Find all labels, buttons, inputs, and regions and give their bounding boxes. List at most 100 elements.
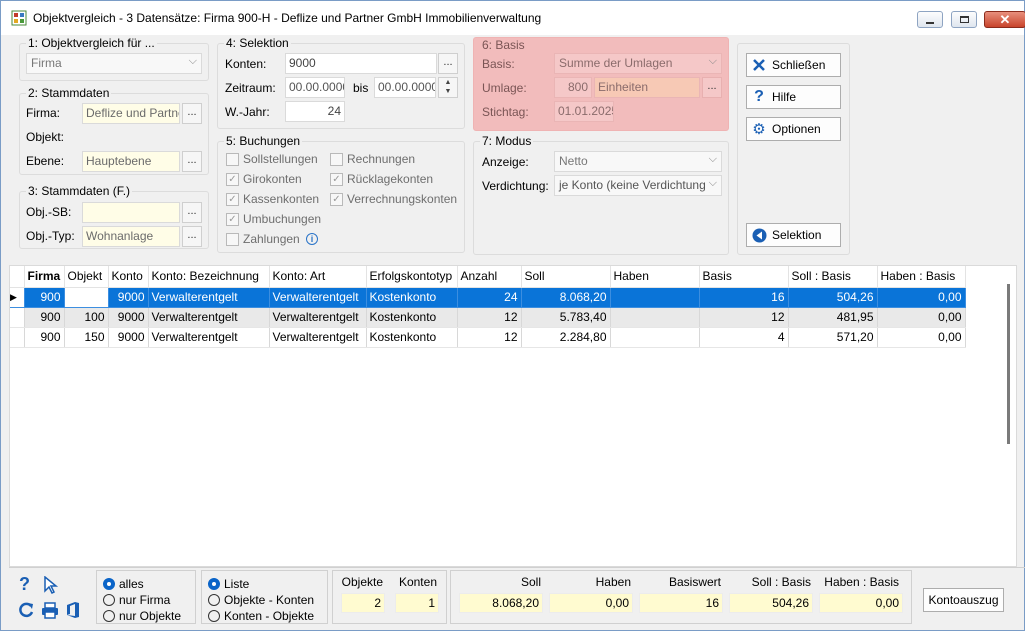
table-cell[interactable]: 9000 <box>108 287 149 308</box>
table-cell[interactable]: 100 <box>64 307 109 328</box>
column-header[interactable]: Firma <box>24 266 65 288</box>
checkbox-rechnungen[interactable]: Rechnungen <box>330 152 415 166</box>
checkbox-zahlungen[interactable]: Zahlungen <box>226 232 300 246</box>
table-cell[interactable]: Kostenkonto <box>366 307 458 328</box>
radio-nur-objekte[interactable]: nur Objekte <box>103 609 181 623</box>
selection-button[interactable]: Selektion <box>746 223 841 247</box>
column-header[interactable]: Haben <box>610 266 700 288</box>
column-header[interactable]: Anzahl <box>457 266 522 288</box>
table-cell[interactable]: 0,00 <box>877 327 966 348</box>
firma-browse-button[interactable]: ... <box>182 103 202 124</box>
column-header[interactable]: Soll <box>521 266 611 288</box>
table-cell[interactable]: Verwalterentgelt <box>269 327 367 348</box>
zeitraum-spinner[interactable]: ▲ ▼ <box>438 77 458 98</box>
radio-alles[interactable]: alles <box>103 577 144 591</box>
table-row[interactable]: 900 150 9000 Verwalterentgelt Verwaltere… <box>10 327 966 348</box>
help-question-icon[interactable]: ? <box>19 574 30 595</box>
refresh-icon[interactable] <box>17 601 35 619</box>
table-cell[interactable] <box>610 327 700 348</box>
table-cell[interactable]: 5.783,40 <box>521 307 611 328</box>
objektvergleich-select[interactable]: Firma ⌵ <box>26 53 202 74</box>
table-cell[interactable]: 12 <box>457 307 522 328</box>
anzeige-select[interactable]: Netto ⌵ <box>554 151 722 172</box>
table-cell[interactable]: 9000 <box>108 327 149 348</box>
table-row[interactable]: ▶ 900 9000 Verwalterentgelt Verwalterent… <box>10 287 966 308</box>
firma-field[interactable]: Deflize und Partne <box>82 103 180 124</box>
table-cell[interactable]: Verwalterentgelt <box>148 327 270 348</box>
table-cell[interactable]: 481,95 <box>788 307 878 328</box>
table-cell[interactable] <box>610 287 700 308</box>
ebene-field[interactable]: Hauptebene <box>82 151 180 172</box>
table-row[interactable]: 900 100 9000 Verwalterentgelt Verwaltere… <box>10 307 966 328</box>
column-header[interactable]: Basis <box>699 266 789 288</box>
konten-field[interactable]: 9000 <box>285 53 437 74</box>
column-header[interactable]: Konto: Bezeichnung <box>148 266 270 288</box>
konten-browse-button[interactable]: ... <box>438 53 458 74</box>
objtyp-browse-button[interactable]: ... <box>182 226 202 247</box>
table-cell[interactable] <box>64 287 109 308</box>
column-header[interactable]: Soll : Basis <box>788 266 878 288</box>
table-cell[interactable]: 900 <box>24 327 65 348</box>
maximize-button[interactable] <box>951 11 977 28</box>
table-cell[interactable]: 900 <box>24 287 65 308</box>
help-button[interactable]: ? Hilfe <box>746 85 841 109</box>
checkbox-verrechnungskonten[interactable]: ✓ Verrechnungskonten <box>330 192 457 206</box>
verdichtung-select[interactable]: je Konto (keine Verdichtung ⌵ <box>554 175 722 196</box>
options-button[interactable]: ⚙ Optionen <box>746 117 841 141</box>
table-cell[interactable]: 8.068,20 <box>521 287 611 308</box>
checkbox-kassenkonten[interactable]: ✓ Kassenkonten <box>226 192 319 206</box>
umlage-browse-button[interactable]: ... <box>702 77 722 98</box>
checkbox-ruecklagekonten[interactable]: ✓ Rücklagekonten <box>330 172 433 186</box>
objsb-browse-button[interactable]: ... <box>182 202 202 223</box>
table-cell[interactable]: 2.284,80 <box>521 327 611 348</box>
column-header[interactable]: Objekt <box>64 266 109 288</box>
column-header[interactable]: Konto <box>108 266 149 288</box>
checkbox-sollstellungen[interactable]: Sollstellungen <box>226 152 318 166</box>
pointer-icon[interactable] <box>43 576 59 594</box>
umlage-number-field[interactable]: 800 <box>554 77 592 98</box>
radio-liste[interactable]: Liste <box>208 577 249 591</box>
table-cell[interactable]: 900 <box>24 307 65 328</box>
minimize-button[interactable] <box>917 11 943 28</box>
zeitraum-from-field[interactable]: 00.00.0000 <box>285 77 345 98</box>
office-icon[interactable] <box>66 601 80 619</box>
objtyp-field[interactable]: Wohnanlage <box>82 226 180 247</box>
table-cell[interactable]: 571,20 <box>788 327 878 348</box>
basis-select[interactable]: Summe der Umlagen ⌵ <box>554 53 722 74</box>
checkbox-umbuchungen[interactable]: ✓ Umbuchungen <box>226 212 321 226</box>
close-button[interactable]: Schließen <box>746 53 841 77</box>
table-cell[interactable]: Verwalterentgelt <box>148 287 270 308</box>
radio-objekte-konten[interactable]: Objekte - Konten <box>208 593 314 607</box>
wjahr-field[interactable]: 24 <box>285 101 345 122</box>
printer-icon[interactable] <box>41 602 59 619</box>
table-cell[interactable]: 0,00 <box>877 307 966 328</box>
info-icon[interactable]: i <box>306 233 318 245</box>
vertical-scrollbar[interactable] <box>1007 284 1010 444</box>
table-cell[interactable]: 9000 <box>108 307 149 328</box>
ebene-browse-button[interactable]: ... <box>182 151 202 172</box>
table-cell[interactable]: 12 <box>457 327 522 348</box>
table-cell[interactable]: Kostenkonto <box>366 327 458 348</box>
zeitraum-to-field[interactable]: 00.00.0000 <box>374 77 436 98</box>
table-cell[interactable]: Verwalterentgelt <box>269 287 367 308</box>
column-header[interactable]: Erfolgskontotyp <box>366 266 458 288</box>
checkbox-girokonten[interactable]: ✓ Girokonten <box>226 172 302 186</box>
table-cell[interactable]: Verwalterentgelt <box>148 307 270 328</box>
table-cell[interactable]: 0,00 <box>877 287 966 308</box>
column-header[interactable]: Haben : Basis <box>877 266 966 288</box>
table-cell[interactable]: Verwalterentgelt <box>269 307 367 328</box>
column-header[interactable]: Konto: Art <box>269 266 367 288</box>
radio-nur-firma[interactable]: nur Firma <box>103 593 170 607</box>
stichtag-field[interactable]: 01.01.2025 <box>554 101 614 122</box>
kontoauszug-button[interactable]: Kontoauszug <box>923 588 1004 612</box>
table-cell[interactable] <box>610 307 700 328</box>
table-cell[interactable]: 4 <box>699 327 789 348</box>
table-cell[interactable]: 12 <box>699 307 789 328</box>
close-window-button[interactable]: ✕ <box>984 11 1025 28</box>
table-cell[interactable]: 16 <box>699 287 789 308</box>
umlage-text-field[interactable]: Einheiten <box>594 77 700 98</box>
table-cell[interactable]: Kostenkonto <box>366 287 458 308</box>
objsb-field[interactable] <box>82 202 180 223</box>
table-cell[interactable]: 24 <box>457 287 522 308</box>
table-cell[interactable]: 150 <box>64 327 109 348</box>
